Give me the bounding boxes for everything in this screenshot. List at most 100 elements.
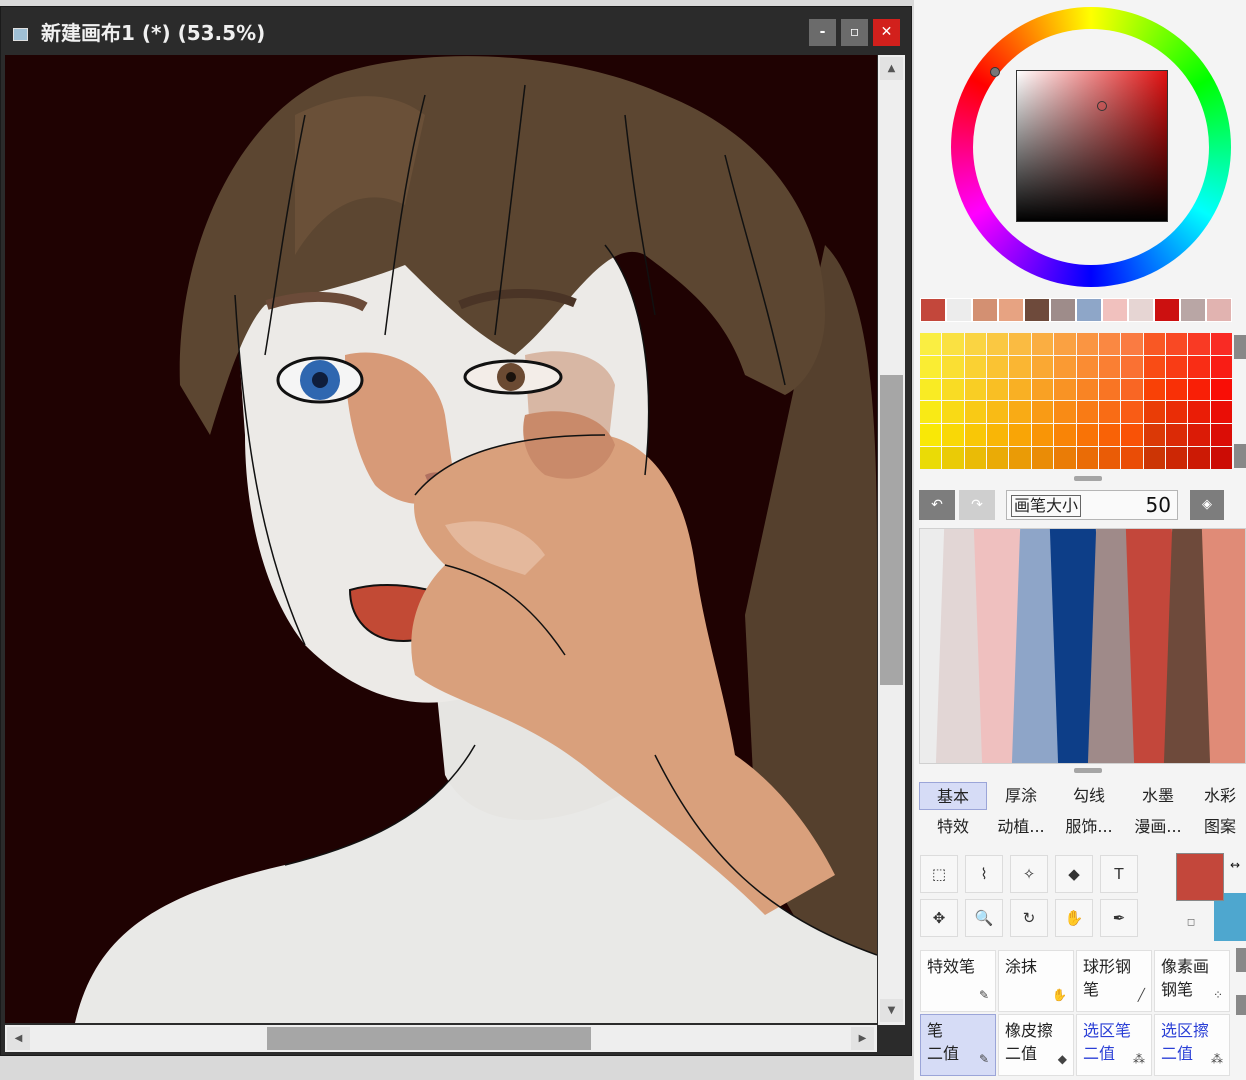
palette-cell[interactable]	[1121, 447, 1143, 469]
palette-cell[interactable]	[987, 355, 1009, 378]
palette-cell[interactable]	[942, 401, 964, 424]
palette-cell[interactable]	[1165, 333, 1188, 355]
color-swatch[interactable]	[1076, 298, 1102, 322]
palette-cell[interactable]	[1188, 333, 1210, 355]
palette-cell[interactable]	[987, 333, 1009, 355]
palette-cell[interactable]	[1121, 355, 1143, 378]
palette-cell[interactable]	[1054, 333, 1076, 355]
tab-厚涂[interactable]: 厚涂	[987, 782, 1055, 810]
brush-item[interactable]: 橡皮擦 二值 ◆	[998, 1014, 1074, 1076]
color-swatch[interactable]	[920, 298, 946, 322]
scroll-right-button[interactable]: ▶	[851, 1027, 874, 1050]
tab-水彩[interactable]: 水彩	[1194, 782, 1246, 810]
palette-cell[interactable]	[1009, 447, 1031, 469]
preview-resize-handle[interactable]	[1074, 768, 1102, 773]
palette-cell[interactable]	[1210, 424, 1232, 447]
palette-cell[interactable]	[1009, 355, 1031, 378]
palette-cell[interactable]	[1031, 447, 1054, 469]
palette-cell[interactable]	[964, 447, 987, 469]
minimize-button[interactable]: -	[809, 19, 836, 46]
brush-item[interactable]: 涂抹 ✋	[998, 950, 1074, 1012]
palette-cell[interactable]	[1098, 378, 1121, 401]
tab-漫画...[interactable]: 漫画...	[1124, 813, 1192, 841]
color-swatch[interactable]	[1050, 298, 1076, 322]
color-swatch[interactable]	[946, 298, 972, 322]
palette-cell[interactable]	[1188, 401, 1210, 424]
palette-cell[interactable]	[1210, 333, 1232, 355]
palette-cell[interactable]	[1031, 401, 1054, 424]
scroll-down-button[interactable]: ▼	[880, 999, 903, 1022]
palette-cell[interactable]	[987, 424, 1009, 447]
palette-cell[interactable]	[1098, 424, 1121, 447]
palette-cell[interactable]	[1210, 447, 1232, 469]
vertical-scroll-thumb[interactable]	[880, 375, 903, 685]
palette-resize-handle[interactable]	[1074, 476, 1102, 481]
palette-cell[interactable]	[1054, 447, 1076, 469]
tab-动植...[interactable]: 动植...	[987, 813, 1055, 841]
palette-cell[interactable]	[942, 355, 964, 378]
zoom-icon[interactable]: 🔍	[965, 899, 1003, 937]
palette-cell[interactable]	[1165, 401, 1188, 424]
palette-cell[interactable]	[964, 378, 987, 401]
palette-cell[interactable]	[1098, 447, 1121, 469]
text-icon[interactable]: T	[1100, 855, 1138, 893]
palette-cell[interactable]	[1098, 355, 1121, 378]
palette-cell[interactable]	[1076, 355, 1098, 378]
tab-勾线[interactable]: 勾线	[1055, 782, 1123, 810]
palette-cell[interactable]	[1121, 333, 1143, 355]
palette-cell[interactable]	[920, 378, 942, 401]
maximize-button[interactable]: ▫	[841, 19, 868, 46]
palette-cell[interactable]	[1165, 424, 1188, 447]
palette-cell[interactable]	[1009, 378, 1031, 401]
sv-cursor[interactable]	[1097, 101, 1107, 111]
palette-cell[interactable]	[1121, 378, 1143, 401]
palette-cell[interactable]	[1188, 378, 1210, 401]
palette-cell[interactable]	[1054, 378, 1076, 401]
palette-cell[interactable]	[942, 378, 964, 401]
palette-cell[interactable]	[942, 333, 964, 355]
rotate-icon[interactable]: ↻	[1010, 899, 1048, 937]
palette-cell[interactable]	[1009, 401, 1031, 424]
palette-cell[interactable]	[1031, 355, 1054, 378]
tab-特效[interactable]: 特效	[919, 813, 987, 841]
redo-button[interactable]: ↷	[959, 490, 995, 520]
hand-icon[interactable]: ✋	[1055, 899, 1093, 937]
brush-list-scroll-down[interactable]	[1236, 995, 1246, 1015]
color-swatch[interactable]	[998, 298, 1024, 322]
undo-button[interactable]: ↶	[919, 490, 955, 520]
palette-cell[interactable]	[1009, 333, 1031, 355]
palette-cell[interactable]	[1188, 355, 1210, 378]
palette-cell[interactable]	[1054, 355, 1076, 378]
color-swatch[interactable]	[972, 298, 998, 322]
palette-scroll-up[interactable]	[1234, 335, 1246, 359]
palette-cell[interactable]	[920, 424, 942, 447]
tab-基本[interactable]: 基本	[919, 782, 987, 810]
palette-cell[interactable]	[1210, 378, 1232, 401]
palette-cell[interactable]	[987, 378, 1009, 401]
title-bar[interactable]: 新建画布1 (*) (53.5%) - ▫ ✕	[1, 7, 911, 53]
brush-item[interactable]: 笔 二值 ✎	[920, 1014, 996, 1076]
scroll-up-button[interactable]: ▲	[880, 57, 903, 80]
fill-icon[interactable]: ◆	[1055, 855, 1093, 893]
brush-item[interactable]: 选区笔 二值 ⁂	[1076, 1014, 1152, 1076]
palette-cell[interactable]	[987, 447, 1009, 469]
palette-cell[interactable]	[1165, 355, 1188, 378]
brush-list-scroll-up[interactable]	[1236, 948, 1246, 972]
tab-服饰...[interactable]: 服饰...	[1055, 813, 1123, 841]
palette-cell[interactable]	[1121, 401, 1143, 424]
move-icon[interactable]: ✥	[920, 899, 958, 937]
rect-select-icon[interactable]: ⬚	[920, 855, 958, 893]
palette-cell[interactable]	[1054, 424, 1076, 447]
palette-cell[interactable]	[1143, 333, 1165, 355]
palette-cell[interactable]	[964, 333, 987, 355]
color-swatch[interactable]	[1128, 298, 1154, 322]
lasso-icon[interactable]: ⌇	[965, 855, 1003, 893]
palette-cell[interactable]	[920, 447, 942, 469]
palette-cell[interactable]	[1031, 378, 1054, 401]
color-swatch[interactable]	[1102, 298, 1128, 322]
magic-wand-icon[interactable]: ✧	[1010, 855, 1048, 893]
vertical-scrollbar[interactable]: ▲ ▼	[878, 55, 905, 1025]
color-swatch[interactable]	[1024, 298, 1050, 322]
reset-colors-icon[interactable]: ◻	[1184, 916, 1198, 930]
brush-item[interactable]: 特效笔 ✎	[920, 950, 996, 1012]
